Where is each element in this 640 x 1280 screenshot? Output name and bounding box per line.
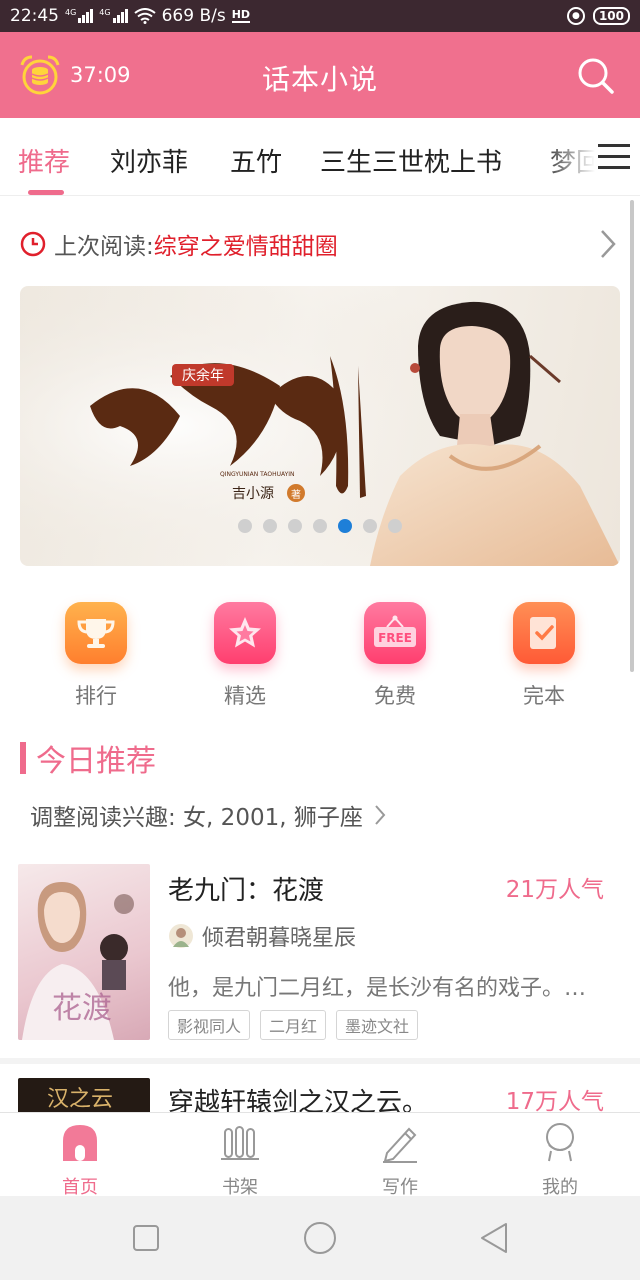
hd-icon: HD xyxy=(231,8,251,23)
nav-bookshelf[interactable]: 书架 xyxy=(160,1121,320,1199)
carousel-dot[interactable] xyxy=(288,519,302,533)
quick-entries: 排行 精选 FREE 免费 完本 xyxy=(0,600,640,710)
status-bar: 22:45 4G 4G 669 B/s HD ● 100 xyxy=(0,0,640,32)
book-title[interactable]: 穿越轩辕剑之汉之云。 xyxy=(168,1082,428,1112)
quick-entry-label: 完本 xyxy=(523,684,565,708)
lock-icon: ● xyxy=(566,7,585,25)
carousel-dot-active[interactable] xyxy=(338,519,352,533)
nav-home[interactable]: 首页 xyxy=(0,1121,160,1199)
pencil-icon xyxy=(383,1127,417,1163)
book-popularity: 21万人气 xyxy=(505,877,604,903)
banner-author-mark: 著 xyxy=(291,488,301,501)
tab-wuzhu[interactable]: 五竹 xyxy=(230,142,282,179)
circle-home-icon[interactable] xyxy=(300,1218,340,1258)
section-accent-bar xyxy=(20,742,26,774)
book-card[interactable]: 花渡 老九门：花渡 21万人气 倾君朝暮晓星辰 他，是九门二月红，是长沙有名的戏… xyxy=(0,864,640,1044)
chevron-right-icon xyxy=(375,805,386,825)
nav-profile[interactable]: 我的 xyxy=(480,1121,640,1199)
app-title: 话本小说 xyxy=(261,63,378,96)
profile-icon xyxy=(546,1123,574,1162)
quick-entry-label: 排行 xyxy=(75,684,117,708)
book-description: 他，是九门二月红，是长沙有名的戏子。… xyxy=(168,976,587,1001)
book-card[interactable]: 汉之云 穿越轩辕剑之汉之云。 17万人气 xyxy=(0,1078,640,1112)
banner-series-text: 庆余年 xyxy=(182,367,224,384)
banner-carousel[interactable]: 庆余年 QINGYUNIAN TAOHUAYIN 吉小源 著 xyxy=(20,286,620,566)
book-tag[interactable]: 墨迹文社 xyxy=(336,1010,419,1040)
banner-author-text: 吉小源 xyxy=(232,486,274,502)
interest-text: 调整阅读兴趣: 女, 2001, 狮子座 xyxy=(30,805,363,831)
quick-entry-free[interactable]: FREE 免费 xyxy=(320,600,470,710)
bottom-navigation: 首页 书架 写作 我的 xyxy=(0,1112,640,1199)
tab-liu-yifei[interactable]: 刘亦菲 xyxy=(110,142,188,179)
menu-icon[interactable] xyxy=(598,144,630,170)
triangle-back-icon[interactable] xyxy=(474,1218,514,1258)
carousel-dots xyxy=(238,519,402,533)
status-time: 22:45 xyxy=(10,6,59,26)
section-title: 今日推荐 xyxy=(20,736,156,780)
quick-entry-completed[interactable]: 完本 xyxy=(469,600,619,710)
signal-4g-icon: 4G xyxy=(99,9,128,23)
section-title-text: 今日推荐 xyxy=(36,744,156,779)
carousel-dot[interactable] xyxy=(388,519,402,533)
book-tag[interactable]: 影视同人 xyxy=(168,1010,251,1040)
book-popularity: 17万人气 xyxy=(505,1089,604,1112)
book-author[interactable]: 倾君朝暮晓星辰 xyxy=(168,920,356,952)
system-navigation xyxy=(0,1196,640,1280)
search-icon[interactable] xyxy=(576,56,616,96)
quick-entry-label: 免费 xyxy=(374,684,416,708)
cover-text: 花渡 xyxy=(52,991,112,1026)
book-title[interactable]: 老九门：花渡 xyxy=(168,870,324,907)
free-badge-text: FREE xyxy=(378,631,412,645)
wifi-icon xyxy=(133,8,156,24)
category-tabs: 推荐 刘亦菲 五竹 三生三世枕上书 梦回 xyxy=(0,118,640,196)
last-read-title[interactable]: 综穿之爱情甜甜圈 xyxy=(154,227,338,261)
active-tab-indicator xyxy=(28,190,64,195)
carousel-dot[interactable] xyxy=(363,519,377,533)
avatar xyxy=(169,924,193,948)
author-name: 倾君朝暮晓星辰 xyxy=(202,926,357,951)
chevron-right-icon xyxy=(601,230,616,258)
book-cover[interactable]: 汉之云 xyxy=(18,1078,150,1112)
signal-4g-icon: 4G xyxy=(65,9,94,23)
list-divider xyxy=(0,1058,640,1064)
cover-text: 汉之云 xyxy=(47,1087,113,1112)
last-read-row[interactable]: 上次阅读: 综穿之爱情甜甜圈 xyxy=(20,226,620,262)
bookshelf-icon xyxy=(221,1126,259,1160)
carousel-dot[interactable] xyxy=(238,519,252,533)
quick-entry-label: 精选 xyxy=(224,684,266,708)
tab-recommend[interactable]: 推荐 xyxy=(18,142,70,179)
nav-write[interactable]: 写作 xyxy=(320,1121,480,1199)
quick-entry-featured[interactable]: 精选 xyxy=(170,600,320,710)
clock-icon xyxy=(20,231,46,257)
trophy-icon xyxy=(65,602,127,664)
book-cover[interactable]: 花渡 xyxy=(18,864,150,1040)
network-speed: 669 B/s xyxy=(161,6,226,26)
last-read-label: 上次阅读: xyxy=(54,234,154,260)
carousel-dot[interactable] xyxy=(313,519,327,533)
banner-pinyin-text: QINGYUNIAN TAOHUAYIN xyxy=(220,471,295,478)
free-sign-icon: FREE xyxy=(364,602,426,664)
adjust-interest-row[interactable]: 调整阅读兴趣: 女, 2001, 狮子座 xyxy=(30,798,387,832)
square-recents-icon[interactable] xyxy=(126,1218,166,1258)
carousel-dot[interactable] xyxy=(263,519,277,533)
check-book-icon xyxy=(513,602,575,664)
star-icon xyxy=(214,602,276,664)
app-header: 37:09 话本小说 xyxy=(0,32,640,118)
tab-sansheng[interactable]: 三生三世枕上书 xyxy=(320,142,502,179)
book-tags: 影视同人 二月红 墨迹文社 xyxy=(168,1010,419,1040)
home-icon xyxy=(63,1125,97,1161)
book-tag[interactable]: 二月红 xyxy=(260,1010,327,1040)
quick-entry-ranking[interactable]: 排行 xyxy=(21,600,171,710)
battery-icon: 100 xyxy=(592,7,630,25)
battery-level: 100 xyxy=(598,9,624,23)
